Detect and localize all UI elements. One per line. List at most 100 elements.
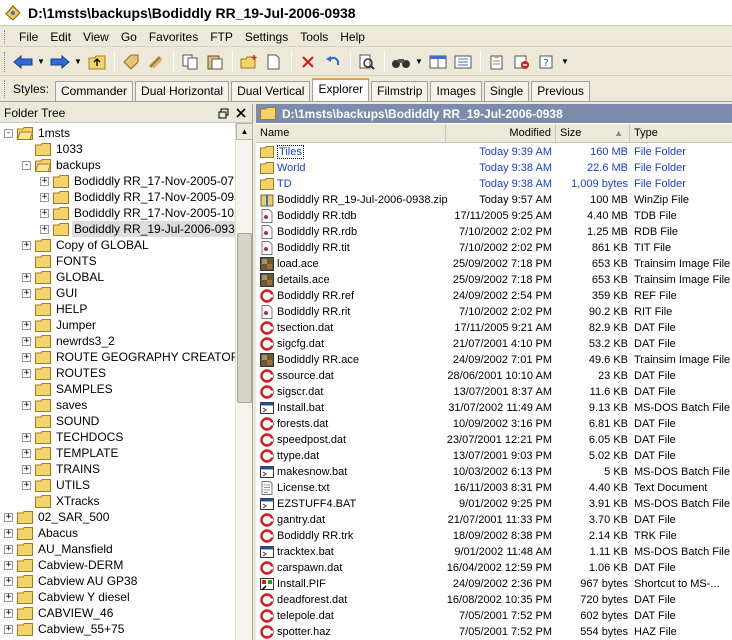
menu-file[interactable]: File [13,30,44,44]
tree-item[interactable]: SOUND [22,413,101,429]
menu-edit[interactable]: Edit [44,30,77,44]
no-button[interactable] [510,51,534,73]
tree-scrollbar[interactable]: ▲ [235,123,253,640]
menu-favorites[interactable]: Favorites [143,30,204,44]
expand-toggle[interactable]: + [22,352,31,362]
expand-toggle[interactable]: + [22,272,31,282]
folder-row[interactable]: World Today 9:38 AM 22.6 MB File Folder [256,160,732,176]
expand-toggle[interactable]: + [4,576,13,586]
file-row[interactable]: spotter.haz 7/05/2001 7:52 PM 554 bytes HAZ… [256,624,732,640]
scroll-thumb[interactable] [237,233,252,403]
expand-toggle[interactable]: + [4,544,13,554]
file-row[interactable]: EZSTUFF4.BAT 9/01/2002 9:25 PM 3.91 KB MS-D… [256,496,732,512]
collapse-toggle[interactable]: - [22,160,31,170]
column-header-modified[interactable]: Modified [446,124,556,143]
file-row[interactable]: Install.bat 31/07/2002 11:49 AM 9.13 KB MS-… [256,400,732,416]
tree-item[interactable]: - 1msts [4,125,72,141]
tree-item[interactable]: + Bodiddly RR_19-Jul-2006-0938 [40,221,235,237]
file-row[interactable]: Bodiddly RR.trk 18/09/2002 8:38 PM 2.14 KB… [256,528,732,544]
tree-item[interactable]: - backups [22,157,103,173]
menu-settings[interactable]: Settings [239,30,294,44]
expand-toggle[interactable]: + [22,336,31,346]
tree-item[interactable]: FONTS [22,253,99,269]
tree-item[interactable]: + Abacus [4,525,80,541]
file-row[interactable]: carspawn.dat 16/04/2002 12:59 PM 1.06 KB DA… [256,560,732,576]
column-header-size[interactable]: Size ▲ [556,124,630,143]
file-row[interactable]: deadforest.dat 16/08/2002 10:35 PM 720 byt… [256,592,732,608]
style-tab-filmstrip[interactable]: Filmstrip [371,81,429,101]
help-dropdown[interactable]: ▼ [560,51,570,73]
file-row[interactable]: sigscr.dat 13/07/2001 8:37 AM 11.6 KB DAT F… [256,384,732,400]
find-button[interactable] [355,51,379,73]
expand-toggle[interactable]: + [4,560,13,570]
new-file-button[interactable] [262,51,286,73]
link-button[interactable] [144,51,168,73]
tree-item[interactable]: SAMPLES [22,381,115,397]
file-row[interactable]: Bodiddly RR.rit 7/10/2002 2:02 PM 90.2 KB R… [256,304,732,320]
binoculars-button[interactable] [389,51,413,73]
style-tab-single[interactable]: Single [483,81,530,101]
file-row[interactable]: Bodiddly RR.ref 24/09/2002 2:54 PM 359 KB R… [256,288,732,304]
file-row[interactable]: sigcfg.dat 21/07/2001 4:10 PM 53.2 KB DAT F… [256,336,732,352]
expand-toggle[interactable]: + [40,176,49,186]
tree-item[interactable]: + Cabview AU GP38 [4,573,139,589]
tree-item[interactable]: + GUI [22,285,79,301]
expand-toggle[interactable]: + [22,448,31,458]
menu-help[interactable]: Help [334,30,371,44]
file-row[interactable]: License.txt 16/11/2003 8:31 PM 4.40 KB Text… [256,480,732,496]
style-tab-dual-vertical[interactable]: Dual Vertical [231,81,311,101]
tree-item[interactable]: + Cabview_55+75 [4,621,126,637]
expand-toggle[interactable]: + [4,512,13,522]
tree-item[interactable]: + Copy of GLOBAL [22,237,151,253]
dual-pane-button[interactable] [426,51,450,73]
expand-toggle[interactable]: + [4,608,13,618]
file-row[interactable]: makesnow.bat 10/03/2002 6:13 PM 5 KB MS-DOS… [256,464,732,480]
style-tab-dual-horizontal[interactable]: Dual Horizontal [135,81,230,101]
file-row[interactable]: Bodiddly RR.tit 7/10/2002 2:02 PM 861 KB TI… [256,240,732,256]
file-row[interactable]: load.ace 25/09/2002 7:18 PM 653 KB Trainsim… [256,256,732,272]
tree-item[interactable]: + GLOBAL [22,269,106,285]
expand-toggle[interactable]: + [4,624,13,634]
tree-item[interactable]: + Cabview Y diesel [4,589,132,605]
properties-button[interactable] [485,51,509,73]
up-folder-button[interactable] [85,51,109,73]
scroll-up-arrow-icon[interactable]: ▲ [236,123,253,140]
forward-dropdown[interactable]: ▼ [73,51,83,73]
toolbar-grip[interactable] [4,51,7,72]
expand-toggle[interactable]: + [22,464,31,474]
help-button[interactable]: ? [535,51,559,73]
tree-item[interactable]: 1033 [22,141,85,157]
expand-toggle[interactable]: + [22,368,31,378]
tree-item[interactable]: + UTILS [22,477,92,493]
expand-toggle[interactable]: + [22,400,31,410]
style-tab-commander[interactable]: Commander [55,81,134,101]
file-row[interactable]: Bodiddly RR.rdb 7/10/2002 2:02 PM 1.25 MB R… [256,224,732,240]
back-button[interactable] [11,51,35,73]
file-row[interactable]: Install.PIF 24/09/2002 2:36 PM 967 bytes Sh… [256,576,732,592]
tree-item[interactable]: + TEMPLATE [22,445,120,461]
expand-toggle[interactable]: + [4,592,13,602]
tree-item[interactable]: + Bodiddly RR_17-Nov-2005-0716 [40,173,235,189]
tree-item[interactable]: + Bodiddly RR_17-Nov-2005-1026 [40,205,235,221]
tree-item[interactable]: XTracks [22,493,102,509]
menu-ftp[interactable]: FTP [204,30,239,44]
column-header-type[interactable]: Type [630,124,732,143]
new-folder-button[interactable] [237,51,261,73]
expand-toggle[interactable]: + [22,240,31,250]
style-tab-images[interactable]: Images [430,81,482,101]
undock-icon[interactable] [216,106,230,120]
tree-item[interactable]: HELP [22,301,89,317]
close-icon[interactable] [234,106,248,120]
file-row[interactable]: gantry.dat 21/07/2001 11:33 PM 3.70 KB DAT … [256,512,732,528]
folder-row[interactable]: TD Today 9:38 AM 1,009 bytes File Folder [256,176,732,192]
expand-toggle[interactable]: + [40,208,49,218]
expand-toggle[interactable]: + [22,288,31,298]
expand-toggle[interactable]: + [40,224,49,234]
tree-item[interactable]: + newrds3_2 [22,333,117,349]
file-row[interactable]: tsection.dat 17/11/2005 9:21 AM 82.9 KB DAT… [256,320,732,336]
file-row[interactable]: telepole.dat 7/05/2001 7:52 PM 602 bytes DA… [256,608,732,624]
forward-button[interactable] [48,51,72,73]
tree-item[interactable]: +02_SAR_500 [4,509,111,525]
menu-go[interactable]: Go [115,30,143,44]
file-row[interactable]: ttype.dat 13/07/2001 9:03 PM 5.02 KB DAT Fi… [256,448,732,464]
